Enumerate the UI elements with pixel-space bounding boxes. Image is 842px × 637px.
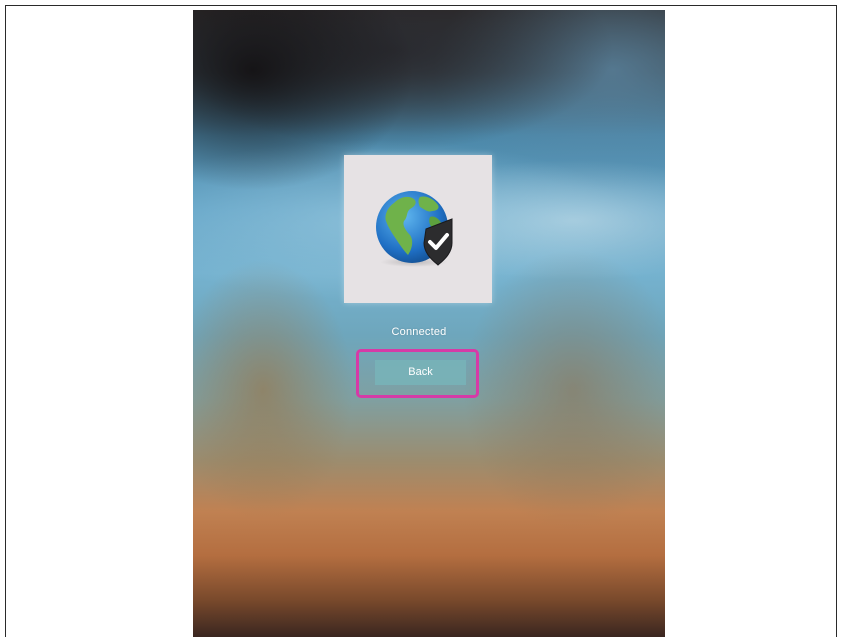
network-status-icon-card <box>344 155 492 303</box>
connection-status-text: Connected <box>391 326 447 338</box>
blurred-background-photo <box>193 10 665 637</box>
back-button[interactable]: Back <box>375 360 466 385</box>
globe-shield-check-icon <box>376 191 453 267</box>
